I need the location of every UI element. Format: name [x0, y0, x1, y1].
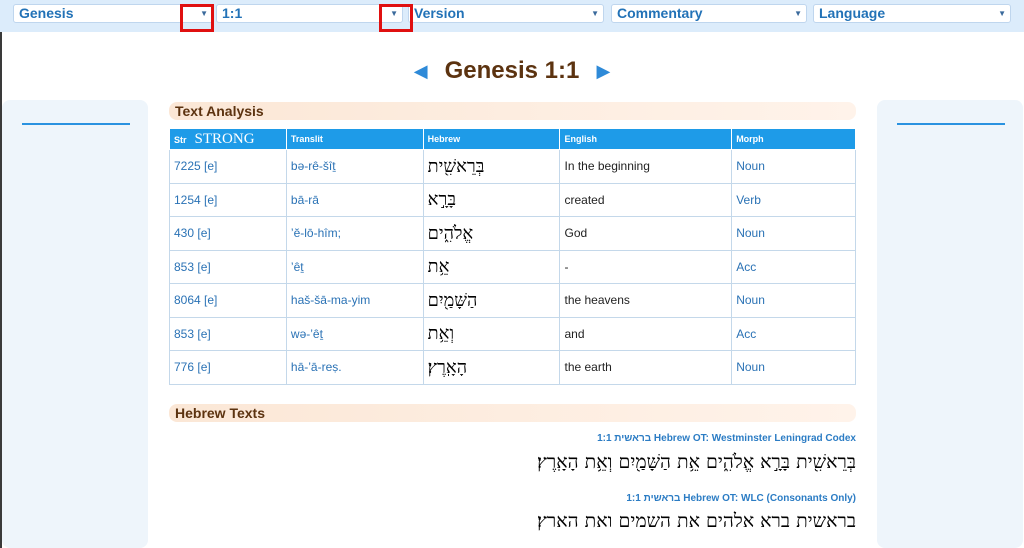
sidebar-divider: [897, 123, 1005, 125]
table-row: 430 [e] ’ĕ-lō-hîm; אֱלֹהִ֑ים God Noun: [169, 216, 856, 251]
text-analysis-table: Str STRONG Translit Hebrew English Morph …: [169, 128, 856, 385]
hebrew-link[interactable]: אֱלֹהִ֑ים: [422, 216, 561, 251]
table-row: 853 [e] ’êṯ אֵ֥ת - Acc: [169, 249, 856, 284]
translit-cell: bā-rā: [285, 182, 424, 217]
sidebar-divider: [22, 123, 130, 125]
english-cell: the earth: [559, 350, 733, 385]
english-cell: and: [559, 316, 733, 351]
verse-select-value: 1:1: [222, 5, 243, 21]
translit-cell: wə-’êṯ: [285, 316, 424, 351]
version-select[interactable]: Version ▼: [408, 4, 604, 23]
chevron-down-icon[interactable]: ▼: [998, 5, 1006, 22]
english-cell: -: [559, 249, 733, 284]
hebrew-link[interactable]: בָּרָ֣א: [422, 182, 561, 217]
page-title: Genesis 1:1: [444, 57, 580, 84]
chevron-down-icon[interactable]: ▼: [794, 5, 802, 22]
strong-link[interactable]: 853 [e]: [169, 249, 287, 284]
translit-cell: haš-šā-ma-yim: [285, 283, 424, 318]
highlight-box: [180, 4, 214, 32]
left-sidebar: [2, 100, 148, 548]
language-select[interactable]: Language ▼: [813, 4, 1011, 23]
english-cell: the heavens: [559, 283, 733, 318]
title-row: ◀ Genesis 1:1 ▶: [0, 57, 1024, 87]
source-link-wlc[interactable]: בראשית 1:1 Hebrew OT: Westminster Lening…: [597, 433, 856, 444]
chevron-down-icon[interactable]: ▼: [591, 5, 599, 22]
morph-link[interactable]: Noun: [731, 149, 856, 184]
verse-text-consonants: בראשית ברא אלהים את השמים ואת הארץ׃: [537, 510, 856, 532]
next-verse-icon[interactable]: ▶: [596, 61, 610, 82]
morph-link[interactable]: Noun: [731, 283, 856, 318]
strong-link[interactable]: 853 [e]: [169, 316, 287, 351]
strong-link[interactable]: 7225 [e]: [169, 149, 287, 184]
verse-text-wlc: בְּרֵאשִׁ֖ית בָּרָ֣א אֱלֹהִ֑ים אֵ֥ת הַשָ…: [537, 451, 856, 473]
column-header-translit: Translit: [285, 128, 424, 150]
morph-link[interactable]: Acc: [731, 316, 856, 351]
top-toolbar: Genesis ▼ 1:1 ▼ Version ▼ Commentary ▼ L…: [0, 0, 1024, 32]
table-row: 8064 [e] haš-šā-ma-yim הַשָּׁמַ֖יִם the …: [169, 283, 856, 318]
morph-link[interactable]: Acc: [731, 249, 856, 284]
hebrew-link[interactable]: בְּרֵאשִׁ֖ית: [422, 149, 561, 184]
hebrew-link[interactable]: אֵ֥ת: [422, 249, 561, 284]
strong-link[interactable]: 1254 [e]: [169, 182, 287, 217]
column-header-morph: Morph: [731, 128, 856, 150]
hebrew-texts-heading: Hebrew Texts: [169, 404, 856, 422]
table-row: 853 [e] wə-’êṯ וְאֵ֥ת and Acc: [169, 316, 856, 351]
column-header-strong: Str STRONG: [169, 128, 287, 150]
language-select-value: Language: [819, 5, 886, 21]
prev-verse-icon[interactable]: ◀: [414, 61, 428, 82]
column-label: Str: [174, 134, 187, 145]
hebrew-link[interactable]: הָאָֽרֶץ׃: [422, 350, 561, 385]
highlight-box: [379, 4, 413, 32]
column-header-english: English: [559, 128, 733, 150]
strong-label: STRONG: [194, 130, 255, 147]
table-row: 1254 [e] bā-rā בָּרָ֣א created Verb: [169, 182, 856, 217]
hebrew-link[interactable]: הַשָּׁמַ֖יִם: [422, 283, 561, 318]
strong-link[interactable]: 776 [e]: [169, 350, 287, 385]
translit-cell: ’êṯ: [285, 249, 424, 284]
strong-link[interactable]: 8064 [e]: [169, 283, 287, 318]
hebrew-link[interactable]: וְאֵ֥ת: [422, 316, 561, 351]
text-analysis-heading: Text Analysis: [169, 102, 856, 120]
english-cell: God: [559, 216, 733, 251]
table-row: 7225 [e] bə-rê-šîṯ בְּרֵאשִׁ֖ית In the b…: [169, 149, 856, 184]
table-row: 776 [e] hā-’ā-reṣ. הָאָֽרֶץ׃ the earth N…: [169, 350, 856, 385]
morph-link[interactable]: Verb: [731, 182, 856, 217]
translit-cell: bə-rê-šîṯ: [285, 149, 424, 184]
version-select-value: Version: [414, 5, 465, 21]
english-cell: created: [559, 182, 733, 217]
source-link-wlc-consonants[interactable]: בראשית 1:1 Hebrew OT: WLC (Consonants On…: [626, 493, 856, 504]
verse-select[interactable]: 1:1 ▼: [216, 4, 403, 23]
translit-cell: ’ĕ-lō-hîm;: [285, 216, 424, 251]
strong-link[interactable]: 430 [e]: [169, 216, 287, 251]
morph-link[interactable]: Noun: [731, 350, 856, 385]
table-header-row: Str STRONG Translit Hebrew English Morph: [169, 128, 856, 150]
commentary-select[interactable]: Commentary ▼: [611, 4, 807, 23]
translit-cell: hā-’ā-reṣ.: [285, 350, 424, 385]
english-cell: In the beginning: [559, 149, 733, 184]
book-select-value: Genesis: [19, 5, 74, 21]
column-header-hebrew: Hebrew: [422, 128, 561, 150]
right-sidebar: [877, 100, 1023, 548]
morph-link[interactable]: Noun: [731, 216, 856, 251]
commentary-select-value: Commentary: [617, 5, 703, 21]
